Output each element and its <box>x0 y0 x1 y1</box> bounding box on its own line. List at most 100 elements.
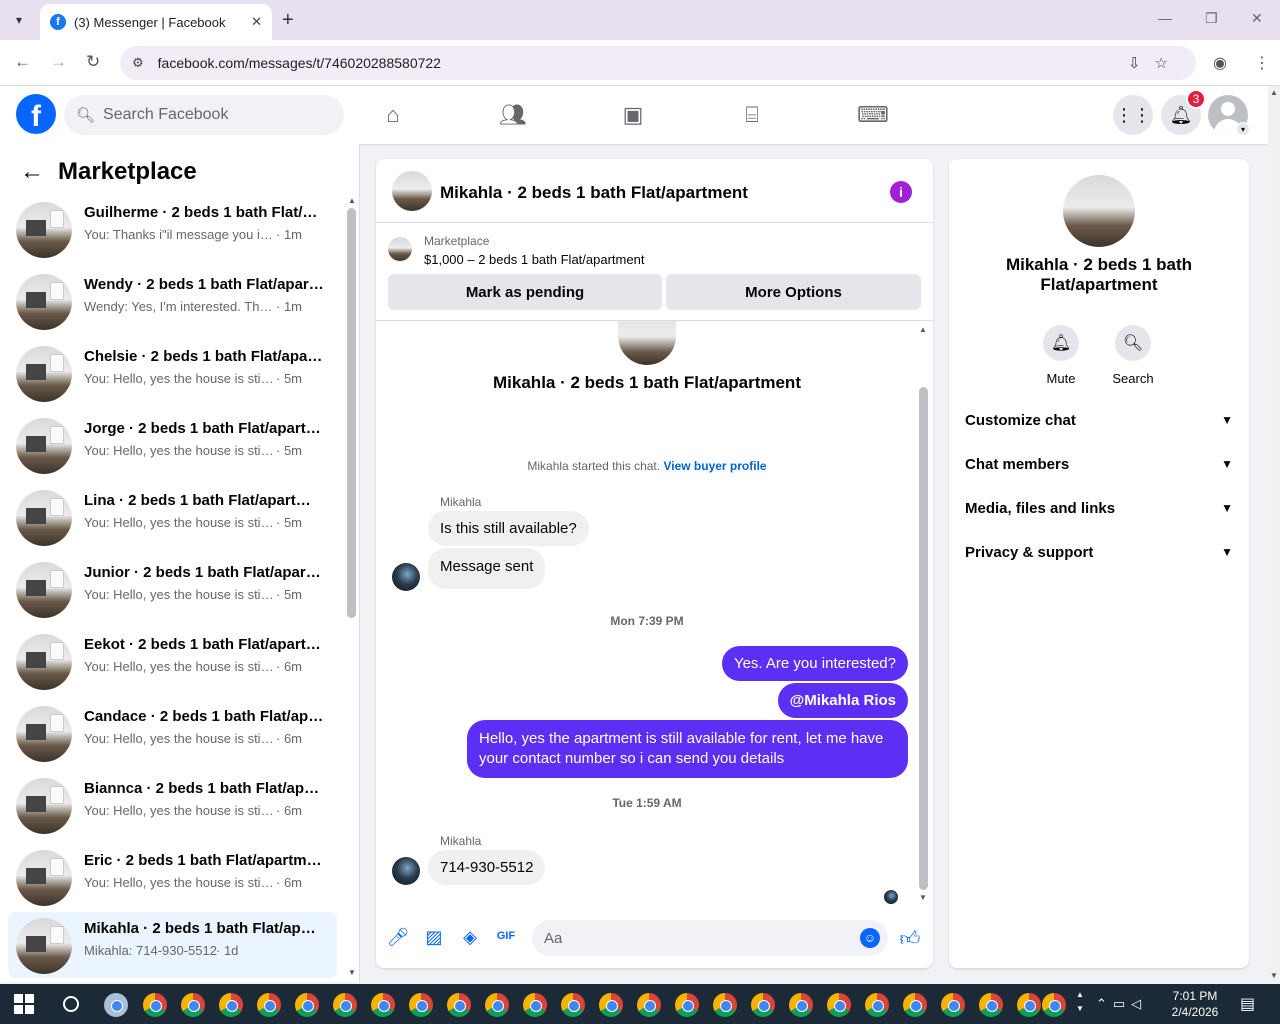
chrome-app-icon[interactable] <box>675 993 699 1017</box>
conversation-item[interactable]: Candace · 2 beds 1 bath Flat/apartment Y… <box>8 700 337 766</box>
chrome-app-icon[interactable] <box>523 993 547 1017</box>
listing-thumbnail[interactable] <box>388 237 412 261</box>
info-icon[interactable]: i <box>890 181 912 203</box>
sidebar-scrollbar[interactable] <box>347 208 356 618</box>
chrome-app-icon[interactable] <box>371 993 395 1017</box>
chrome-app-icon[interactable] <box>941 993 965 1017</box>
like-thumbs-up-icon[interactable]: 👍︎ <box>898 927 922 951</box>
tab-close-icon[interactable]: ✕ <box>251 14 262 30</box>
facebook-search-input[interactable]: 🔍︎ Search Facebook <box>64 95 344 135</box>
chrome-app-icon[interactable] <box>599 993 623 1017</box>
gaming-icon[interactable]: ⌨ <box>857 102 889 128</box>
marketplace-icon[interactable]: ⌸ <box>737 102 767 128</box>
conversation-item[interactable]: Eric · 2 beds 1 bath Flat/apartment You:… <box>8 844 337 910</box>
site-info-icon[interactable]: ⚙ <box>132 55 144 71</box>
sender-avatar[interactable] <box>392 857 420 885</box>
taskbar-clock[interactable]: 7:01 PM 2/4/2026 <box>1164 988 1226 1020</box>
chrome-app-icon[interactable] <box>979 993 1003 1017</box>
conversation-item-active[interactable]: Mikahla · 2 beds 1 bath Flat/apartment M… <box>8 912 337 978</box>
scroll-up-icon[interactable]: ▲ <box>919 325 927 334</box>
close-window-icon[interactable]: ✕ <box>1251 10 1263 27</box>
chrome-app-icon[interactable] <box>1042 993 1066 1017</box>
mark-as-pending-button[interactable]: Mark as pending <box>388 274 662 310</box>
facebook-logo-icon[interactable]: f <box>16 94 56 134</box>
chat-title[interactable]: Mikahla · 2 beds 1 bath Flat/apartment <box>440 183 748 203</box>
chrome-app-icon[interactable] <box>295 993 319 1017</box>
browser-tab[interactable]: f (3) Messenger | Facebook ✕ <box>40 4 272 40</box>
scroll-down-icon[interactable]: ▼ <box>348 968 356 977</box>
customize-chat-row[interactable]: Customize chat ▼ <box>965 398 1233 442</box>
chrome-app-icon[interactable] <box>485 993 509 1017</box>
microphone-icon[interactable]: 🎤︎ <box>386 927 410 948</box>
gif-icon[interactable]: GIF <box>494 930 518 942</box>
chevron-down-icon[interactable]: ▾ <box>1236 122 1250 136</box>
taskbar-search-icon[interactable] <box>63 996 79 1012</box>
chrome-app-icon[interactable] <box>751 993 775 1017</box>
message-input[interactable]: Aa ☺ <box>532 920 888 956</box>
back-icon[interactable]: ← <box>14 52 31 72</box>
reload-icon[interactable]: ↻ <box>86 52 100 72</box>
restore-icon[interactable]: ❐ <box>1205 10 1218 27</box>
scroll-up-icon[interactable]: ▲ <box>348 196 356 205</box>
chrome-app-icon[interactable] <box>561 993 585 1017</box>
back-arrow-icon[interactable]: ← <box>20 158 44 186</box>
install-and-bookmark-icons[interactable]: ⇩☆ <box>1128 54 1182 72</box>
conversation-item[interactable]: Junior · 2 beds 1 bath Flat/apartment Yo… <box>8 556 337 622</box>
conversation-item[interactable]: Wendy · 2 beds 1 bath Flat/apartment Wen… <box>8 268 337 334</box>
chrome-app-icon[interactable] <box>143 993 167 1017</box>
chrome-app-icon[interactable] <box>789 993 813 1017</box>
chrome-app-icon[interactable] <box>409 993 433 1017</box>
scroll-up-icon[interactable]: ▲ <box>1270 88 1278 97</box>
minimize-icon[interactable]: — <box>1158 10 1172 26</box>
chrome-app-icon[interactable] <box>1017 993 1041 1017</box>
chrome-app-icon[interactable] <box>903 993 927 1017</box>
conversation-item[interactable]: Guilherme · 2 beds 1 bath Flat/apartment… <box>8 196 337 262</box>
chrome-app-icon[interactable] <box>447 993 471 1017</box>
privacy-support-row[interactable]: Privacy & support ▼ <box>965 530 1233 574</box>
system-tray-icons[interactable]: ⌃▭◁ <box>1096 996 1147 1012</box>
chrome-app-icon[interactable] <box>865 993 889 1017</box>
windows-start-icon[interactable] <box>14 994 34 1014</box>
search-button[interactable]: 🔍︎ Search <box>1103 325 1163 386</box>
friends-icon[interactable]: 👥︎ <box>498 102 528 128</box>
scroll-down-icon[interactable]: ▼ <box>919 893 927 902</box>
listing-price[interactable]: $1,000 – 2 beds 1 bath Flat/apartment <box>424 252 644 267</box>
chrome-app-icon[interactable] <box>333 993 357 1017</box>
new-tab-icon[interactable]: + <box>282 9 294 31</box>
chrome-app-icon[interactable] <box>637 993 661 1017</box>
home-icon[interactable]: ⌂ <box>378 102 408 128</box>
sticker-icon[interactable]: ◈ <box>458 927 482 948</box>
scroll-down-icon[interactable]: ▼ <box>1270 971 1278 980</box>
details-avatar[interactable] <box>1063 175 1135 247</box>
conversation-item[interactable]: Biannca · 2 beds 1 bath Flat/apartment Y… <box>8 772 337 838</box>
chrome-app-icon[interactable] <box>181 993 205 1017</box>
taskbar-scroll-icon[interactable]: ▲ ▼ <box>1076 988 1084 1016</box>
action-center-icon[interactable]: ▤ <box>1240 994 1255 1014</box>
media-files-links-row[interactable]: Media, files and links ▼ <box>965 486 1233 530</box>
tab-search-chevron-icon[interactable]: ▾ <box>6 7 32 33</box>
menu-grid-icon[interactable]: ⋮⋮ <box>1113 95 1153 135</box>
video-icon[interactable]: ▣ <box>618 102 648 128</box>
chrome-app-icon[interactable] <box>257 993 281 1017</box>
photo-icon[interactable]: ▨ <box>422 927 446 948</box>
conversation-item[interactable]: Jorge · 2 beds 1 bath Flat/apartment You… <box>8 412 337 478</box>
conversation-item[interactable]: Chelsie · 2 beds 1 bath Flat/apartment Y… <box>8 340 337 406</box>
conversation-item[interactable]: Eekot · 2 beds 1 bath Flat/apartment You… <box>8 628 337 694</box>
view-buyer-profile-link[interactable]: View buyer profile <box>663 459 766 473</box>
forward-icon[interactable]: → <box>50 52 67 72</box>
browser-menu-icon[interactable]: ⋮ <box>1254 53 1270 73</box>
profile-icon[interactable]: ◉ <box>1213 53 1227 73</box>
chat-members-row[interactable]: Chat members ▼ <box>965 442 1233 486</box>
chat-avatar[interactable] <box>392 171 432 211</box>
conversation-item[interactable]: Lina · 2 beds 1 bath Flat/apartment You:… <box>8 484 337 550</box>
url-bar[interactable]: ⚙ facebook.com/messages/t/74602028858072… <box>120 46 1196 80</box>
sender-avatar[interactable] <box>392 563 420 591</box>
chrome-app-icon[interactable] <box>827 993 851 1017</box>
paint-app-icon[interactable] <box>104 993 128 1017</box>
more-options-button[interactable]: More Options <box>666 274 921 310</box>
chat-scrollbar[interactable] <box>919 387 928 890</box>
emoji-icon[interactable]: ☺ <box>860 928 880 948</box>
mute-button[interactable]: 🔔︎ Mute <box>1031 325 1091 386</box>
chrome-app-icon[interactable] <box>219 993 243 1017</box>
chrome-app-icon[interactable] <box>713 993 737 1017</box>
